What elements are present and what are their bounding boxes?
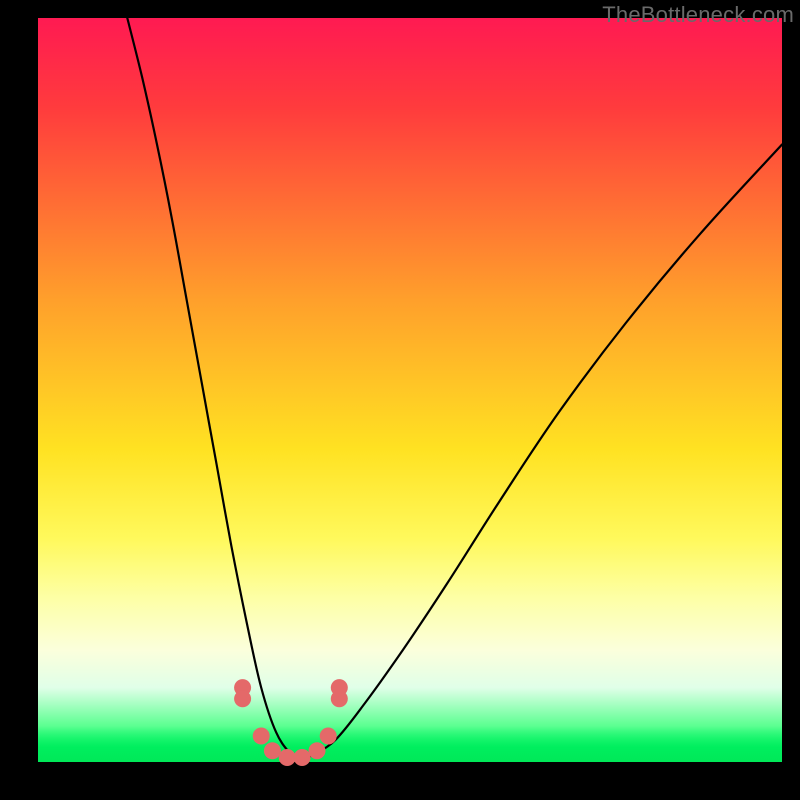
chart-frame: TheBottleneck.com [0, 0, 800, 800]
data-markers [234, 679, 348, 766]
plot-area [38, 18, 782, 762]
data-marker [294, 749, 311, 766]
chart-svg [38, 18, 782, 762]
curve-right [298, 145, 782, 763]
data-marker [309, 742, 326, 759]
data-marker [320, 728, 337, 745]
data-marker [331, 679, 348, 696]
watermark-text: TheBottleneck.com [602, 2, 794, 28]
data-marker [279, 749, 296, 766]
data-marker [234, 690, 251, 707]
curve-left [127, 18, 298, 762]
data-marker [264, 742, 281, 759]
data-marker [253, 728, 270, 745]
